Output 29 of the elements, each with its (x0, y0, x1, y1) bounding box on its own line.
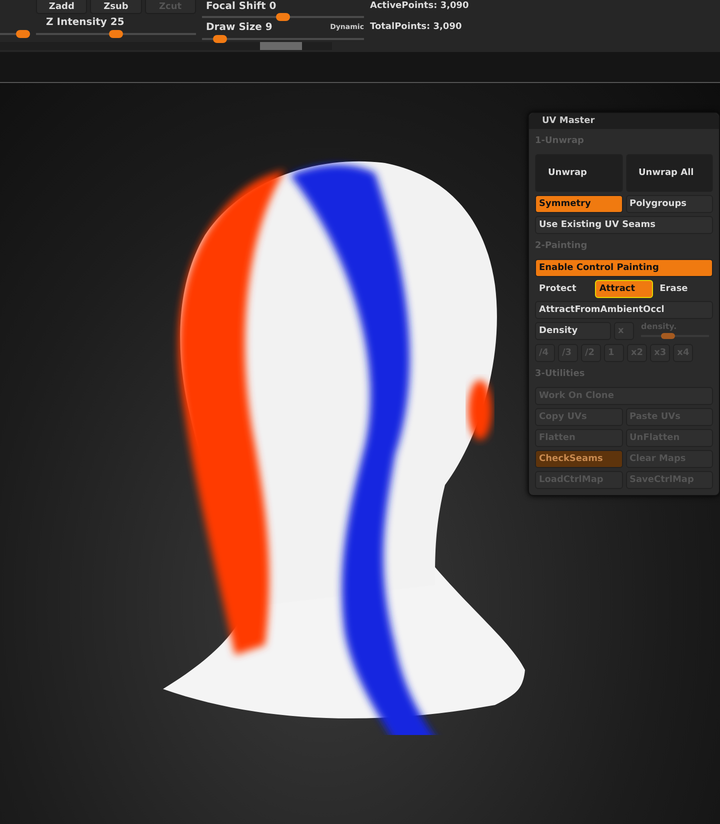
panel-title: UV Master (529, 113, 719, 129)
panel-button[interactable]: Enable Control Painting (535, 259, 713, 277)
points-stat: TotalPoints: 3,090 (370, 21, 463, 34)
slider-thumb[interactable] (212, 34, 227, 42)
panel-button[interactable]: Density (535, 322, 611, 340)
slider-track[interactable] (36, 29, 196, 39)
slider-thumb[interactable] (109, 30, 123, 38)
points-stat: ActivePoints: 3,090 (370, 0, 470, 13)
scrollbar-thumb[interactable] (260, 42, 302, 50)
slider-track[interactable] (0, 29, 30, 39)
panel-button[interactable]: Use Existing UV Seams (535, 216, 713, 234)
panel-button[interactable]: AttractFromAmbientOccl (535, 301, 713, 319)
brush-mode-button[interactable]: Zsub (90, 0, 142, 14)
panel-button[interactable]: Erase (656, 280, 713, 298)
panel-button[interactable]: Attract (595, 280, 653, 298)
slider-track[interactable] (641, 331, 709, 341)
slider-label: Focal Shift 0 (206, 0, 276, 12)
panel-button[interactable]: Symmetry (535, 195, 622, 213)
panel-button[interactable]: Polygroups (626, 195, 713, 213)
panel-button[interactable]: Protect (535, 280, 592, 298)
panel-button[interactable]: Unwrap All (626, 154, 713, 192)
slider-thumb[interactable] (276, 13, 290, 21)
slider-label: Draw Size 9 (206, 20, 272, 34)
brush-mode-button[interactable]: Zadd (36, 0, 88, 14)
slider-thumb[interactable] (16, 30, 30, 38)
slider-label: Z Intensity 25 (46, 16, 124, 28)
scrollbar[interactable] (0, 42, 332, 50)
slider-track[interactable] (202, 12, 364, 20)
panel-button[interactable]: Unwrap (535, 154, 622, 192)
